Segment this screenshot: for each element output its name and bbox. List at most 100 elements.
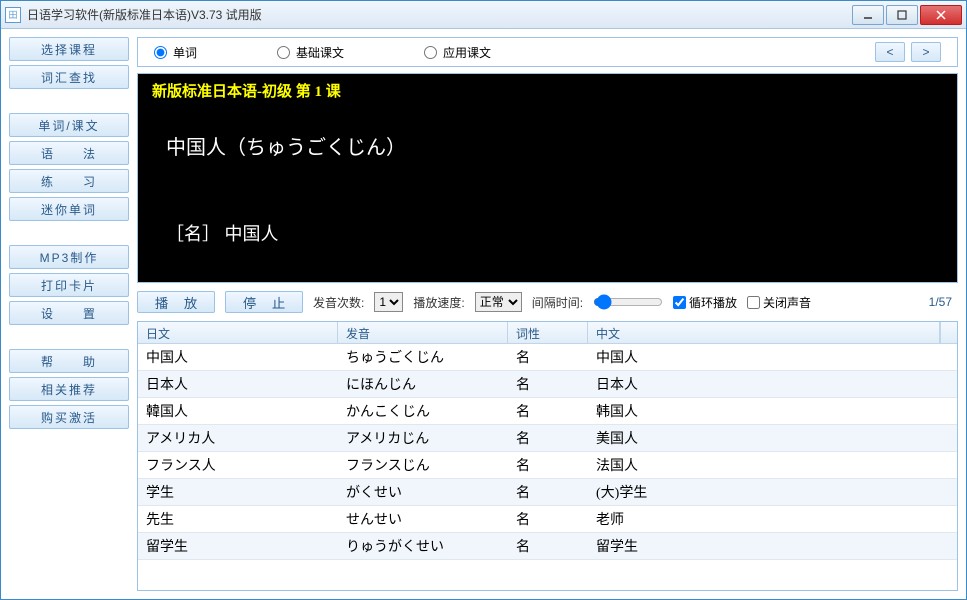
loop-label: 循环播放 bbox=[689, 294, 737, 311]
cell-pron: ちゅうごくじん bbox=[338, 344, 508, 370]
page-indicator: 1/57 bbox=[929, 295, 952, 309]
sidebar-button[interactable]: 购买激活 bbox=[9, 405, 129, 429]
radio-word-label: 单词 bbox=[173, 44, 197, 61]
body-area: 选择课程词汇查找单词/课文语 法练 习迷你单词 MP3制作打印卡片设 置帮 助相关… bbox=[1, 29, 966, 599]
cell-pron: にほんじん bbox=[338, 371, 508, 397]
cell-cn: 法国人 bbox=[588, 452, 957, 478]
lesson-title: 新版标准日本语-初级 第 1 课 bbox=[152, 80, 943, 101]
table-row[interactable]: 日本人にほんじん名日本人 bbox=[138, 371, 957, 398]
cell-jp: 韓国人 bbox=[138, 398, 338, 424]
th-pos[interactable]: 词性 bbox=[508, 322, 588, 343]
radio-basic-label: 基础课文 bbox=[296, 44, 344, 61]
word-display: 新版标准日本语-初级 第 1 课 中国人（ちゅうごくじん） ［名］ 中国人 bbox=[137, 73, 958, 283]
sidebar-button[interactable]: MP3制作 bbox=[9, 245, 129, 269]
th-pron[interactable]: 发音 bbox=[338, 322, 508, 343]
cell-pos: 名 bbox=[508, 479, 588, 505]
control-bar: 播 放 停 止 发音次数: 1 播放速度: 正常 间隔时间: 循环播放 关闭声音… bbox=[137, 289, 958, 315]
cell-jp: 中国人 bbox=[138, 344, 338, 370]
table-row[interactable]: 中国人ちゅうごくじん名中国人 bbox=[138, 344, 957, 371]
speed-select[interactable]: 正常 bbox=[475, 292, 522, 312]
table-row[interactable]: 先生せんせい名老师 bbox=[138, 506, 957, 533]
cell-cn: 韩国人 bbox=[588, 398, 957, 424]
minimize-button[interactable] bbox=[852, 5, 884, 25]
sidebar-button[interactable]: 选择课程 bbox=[9, 37, 129, 61]
cell-pos: 名 bbox=[508, 452, 588, 478]
main-panel: 单词 基础课文 应用课文 < > 新版标准日本语-初级 第 1 课 中国人（ちゅ… bbox=[137, 37, 958, 591]
sidebar-button[interactable]: 相关推荐 bbox=[9, 377, 129, 401]
count-label: 发音次数: bbox=[313, 294, 364, 311]
cell-pron: りゅうがくせい bbox=[338, 533, 508, 559]
cell-pron: かんこくじん bbox=[338, 398, 508, 424]
table-row[interactable]: アメリカ人アメリカじん名美国人 bbox=[138, 425, 957, 452]
radio-word[interactable]: 单词 bbox=[154, 44, 197, 61]
speed-label: 播放速度: bbox=[413, 294, 464, 311]
cell-pos: 名 bbox=[508, 506, 588, 532]
table-row[interactable]: 韓国人かんこくじん名韩国人 bbox=[138, 398, 957, 425]
mute-label: 关闭声音 bbox=[763, 294, 811, 311]
sidebar-button[interactable]: 迷你单词 bbox=[9, 197, 129, 221]
cell-cn: 日本人 bbox=[588, 371, 957, 397]
sidebar: 选择课程词汇查找单词/课文语 法练 习迷你单词 MP3制作打印卡片设 置帮 助相关… bbox=[9, 37, 129, 591]
cell-pron: がくせい bbox=[338, 479, 508, 505]
close-button[interactable] bbox=[920, 5, 962, 25]
cell-jp: フランス人 bbox=[138, 452, 338, 478]
cell-pos: 名 bbox=[508, 344, 588, 370]
cell-pos: 名 bbox=[508, 371, 588, 397]
cell-cn: (大)学生 bbox=[588, 479, 957, 505]
th-jp[interactable]: 日文 bbox=[138, 322, 338, 343]
maximize-button[interactable] bbox=[886, 5, 918, 25]
radio-app[interactable]: 应用课文 bbox=[424, 44, 491, 61]
nav-buttons: < > bbox=[875, 42, 941, 62]
cell-cn: 留学生 bbox=[588, 533, 957, 559]
radio-word-input[interactable] bbox=[154, 46, 167, 59]
cell-cn: 美国人 bbox=[588, 425, 957, 451]
radio-app-label: 应用课文 bbox=[443, 44, 491, 61]
cell-jp: 学生 bbox=[138, 479, 338, 505]
next-button[interactable]: > bbox=[911, 42, 941, 62]
cell-cn: 老师 bbox=[588, 506, 957, 532]
scroll-spacer bbox=[940, 322, 957, 343]
cell-pos: 名 bbox=[508, 425, 588, 451]
mode-radio-bar: 单词 基础课文 应用课文 < > bbox=[137, 37, 958, 67]
table-body[interactable]: 中国人ちゅうごくじん名中国人日本人にほんじん名日本人韓国人かんこくじん名韩国人ア… bbox=[138, 344, 957, 590]
cell-jp: 留学生 bbox=[138, 533, 338, 559]
window-controls bbox=[852, 5, 962, 25]
radio-basic[interactable]: 基础课文 bbox=[277, 44, 344, 61]
cell-pron: せんせい bbox=[338, 506, 508, 532]
prev-button[interactable]: < bbox=[875, 42, 905, 62]
sidebar-button[interactable]: 单词/课文 bbox=[9, 113, 129, 137]
table-header: 日文 发音 词性 中文 bbox=[138, 322, 957, 344]
vocab-table: 日文 发音 词性 中文 中国人ちゅうごくじん名中国人日本人にほんじん名日本人韓国… bbox=[137, 321, 958, 591]
play-button[interactable]: 播 放 bbox=[137, 291, 215, 313]
loop-checkbox-wrap[interactable]: 循环播放 bbox=[673, 294, 737, 311]
sidebar-button[interactable]: 打印卡片 bbox=[9, 273, 129, 297]
mute-checkbox[interactable] bbox=[747, 296, 760, 309]
cell-pron: フランスじん bbox=[338, 452, 508, 478]
radio-app-input[interactable] bbox=[424, 46, 437, 59]
cell-pos: 名 bbox=[508, 398, 588, 424]
cell-cn: 中国人 bbox=[588, 344, 957, 370]
app-window: 田 日语学习软件(新版标准日本语)V3.73 试用版 选择课程词汇查找单词/课文… bbox=[0, 0, 967, 600]
sidebar-button[interactable]: 设 置 bbox=[9, 301, 129, 325]
radio-basic-input[interactable] bbox=[277, 46, 290, 59]
word-main: 中国人（ちゅうごくじん） bbox=[166, 131, 943, 160]
loop-checkbox[interactable] bbox=[673, 296, 686, 309]
interval-slider[interactable] bbox=[593, 294, 663, 310]
stop-button[interactable]: 停 止 bbox=[225, 291, 303, 313]
cell-jp: 先生 bbox=[138, 506, 338, 532]
table-row[interactable]: フランス人フランスじん名法国人 bbox=[138, 452, 957, 479]
count-select[interactable]: 1 bbox=[374, 292, 403, 312]
window-title: 日语学习软件(新版标准日本语)V3.73 试用版 bbox=[27, 6, 852, 23]
cell-jp: 日本人 bbox=[138, 371, 338, 397]
sidebar-button[interactable]: 帮 助 bbox=[9, 349, 129, 373]
th-cn[interactable]: 中文 bbox=[588, 322, 940, 343]
sidebar-button[interactable]: 语 法 bbox=[9, 141, 129, 165]
table-row[interactable]: 留学生りゅうがくせい名留学生 bbox=[138, 533, 957, 560]
mute-checkbox-wrap[interactable]: 关闭声音 bbox=[747, 294, 811, 311]
titlebar: 田 日语学习软件(新版标准日本语)V3.73 试用版 bbox=[1, 1, 966, 29]
sidebar-button[interactable]: 练 习 bbox=[9, 169, 129, 193]
sidebar-button[interactable]: 词汇查找 bbox=[9, 65, 129, 89]
cell-pos: 名 bbox=[508, 533, 588, 559]
table-row[interactable]: 学生がくせい名(大)学生 bbox=[138, 479, 957, 506]
app-icon: 田 bbox=[5, 7, 21, 23]
